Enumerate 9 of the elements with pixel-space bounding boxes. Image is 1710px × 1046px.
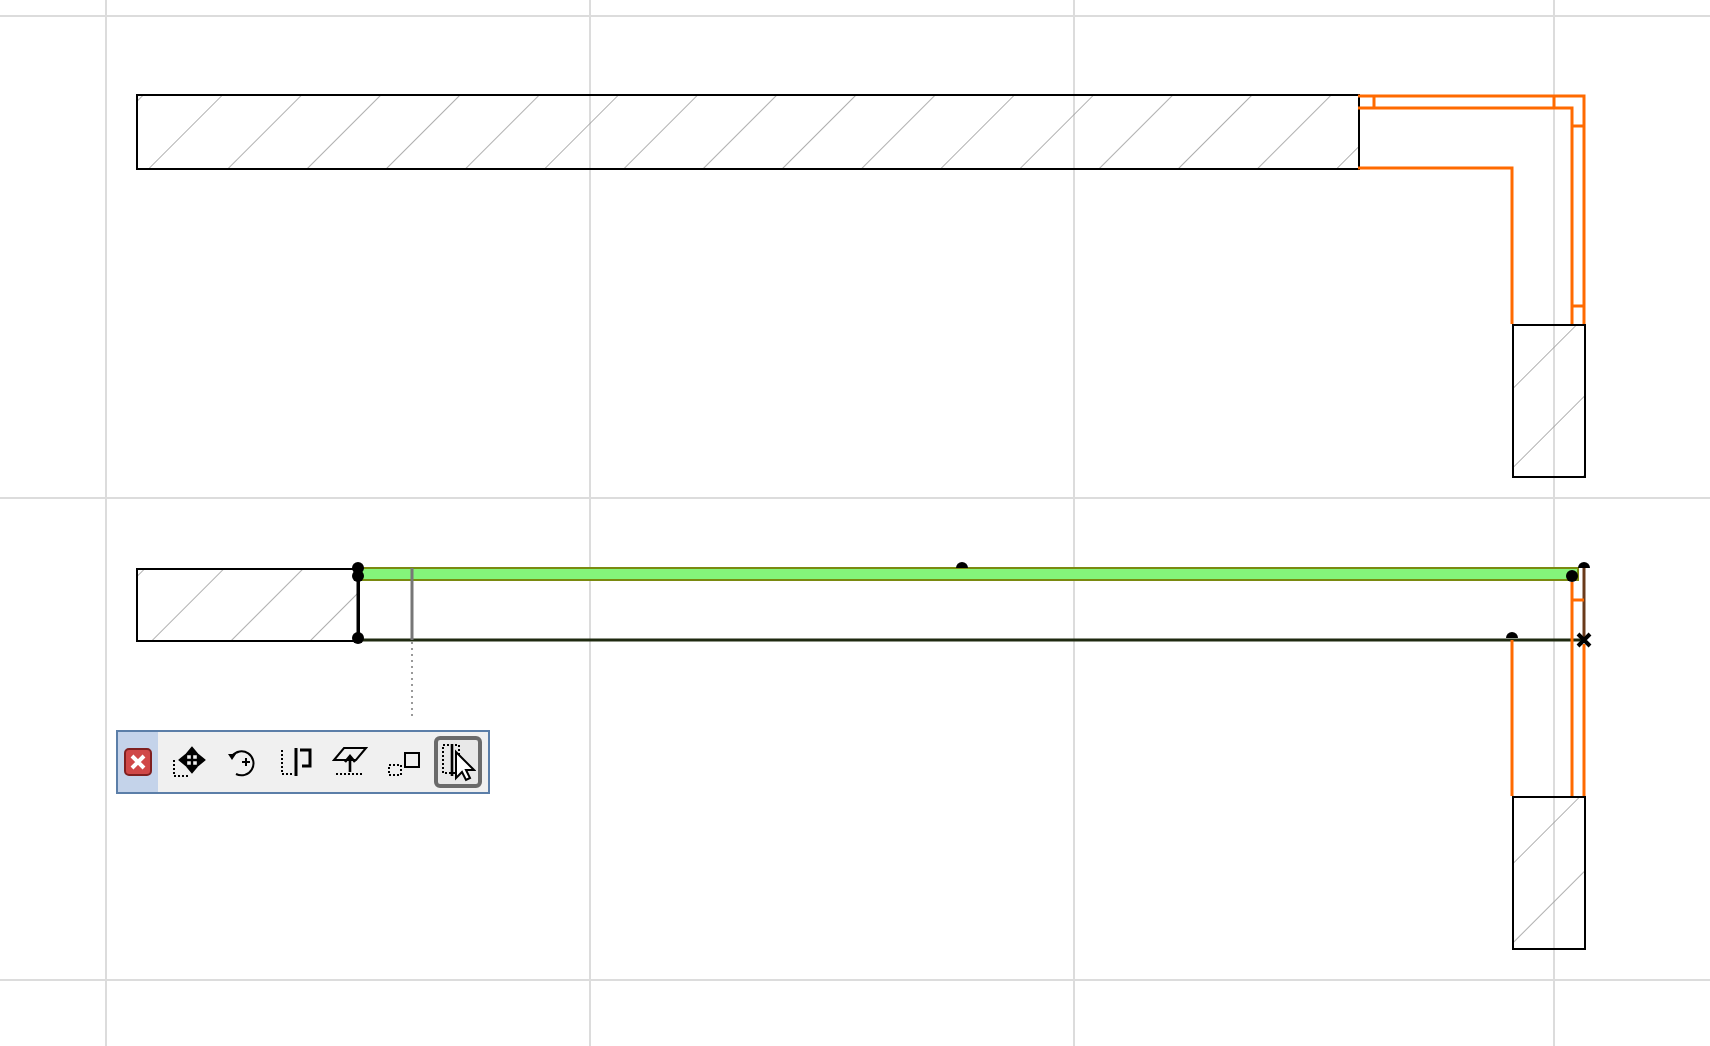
offset-cursor-icon — [440, 742, 476, 782]
close-icon — [124, 748, 152, 776]
close-button[interactable] — [118, 732, 158, 792]
move-arrows-icon — [170, 744, 206, 780]
guide-line — [411, 641, 413, 721]
elevate-icon — [332, 744, 368, 780]
rotate-icon — [224, 744, 260, 780]
toolbar-button[interactable] — [434, 736, 482, 788]
mirror-icon — [278, 744, 314, 780]
